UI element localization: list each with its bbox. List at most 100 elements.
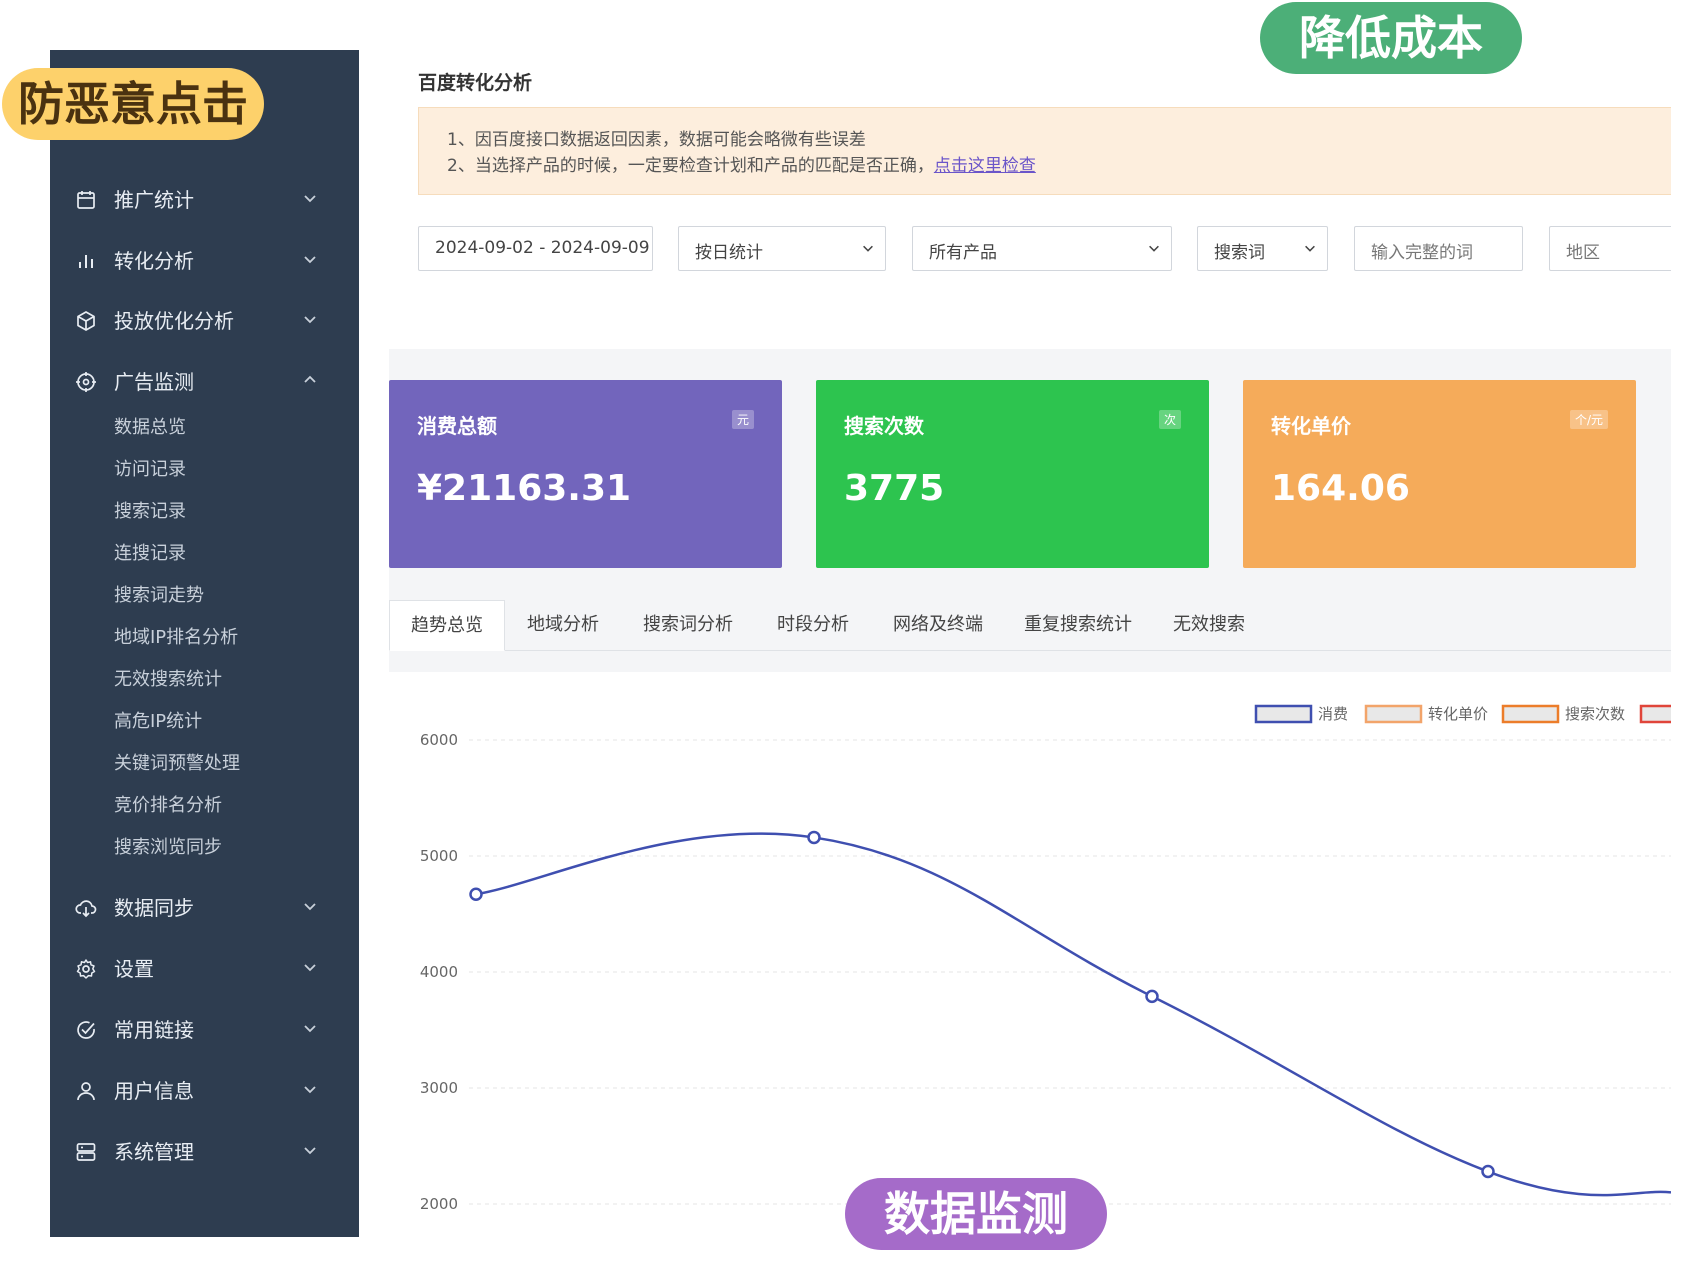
series-line: [475, 832, 1671, 1197]
sidebar-item-common-links[interactable]: 常用链接: [50, 1010, 359, 1050]
sidebar-item-label: 设置: [114, 957, 154, 981]
tab-keyword-analysis[interactable]: 搜索词分析: [621, 600, 755, 650]
y-tick-label: 3000: [420, 1079, 458, 1097]
product-value: 所有产品: [929, 243, 997, 263]
y-tick-label: 4000: [420, 963, 458, 981]
sidebar-item-label: 转化分析: [114, 249, 194, 273]
chevron-down-icon: [304, 903, 316, 911]
tab-network-terminal[interactable]: 网络及终端: [871, 600, 1005, 650]
tab-trend-overview[interactable]: 趋势总览: [389, 600, 505, 651]
badge-anti-click-fraud: 防恶意点击: [2, 68, 264, 140]
group-by-select[interactable]: 按日统计: [678, 226, 886, 271]
sidebar-item-label: 投放优化分析: [114, 309, 234, 333]
target-icon: [74, 370, 98, 394]
tab-invalid-search[interactable]: 无效搜索: [1151, 600, 1267, 650]
legend-label: 转化单价: [1428, 705, 1488, 723]
sidebar-subitem[interactable]: 数据总览: [114, 416, 186, 440]
server-icon: [74, 1140, 98, 1164]
y-tick-label: 5000: [420, 847, 458, 865]
calendar-icon: [74, 188, 98, 212]
legend-swatch: [1364, 704, 1423, 724]
data-point: [1145, 989, 1159, 1004]
sidebar-item-conversion-analysis[interactable]: 转化分析: [50, 241, 359, 281]
cube-icon: [74, 309, 98, 333]
chevron-down-icon: [1149, 245, 1159, 252]
chevron-down-icon: [304, 1025, 316, 1033]
legend-swatch: [1254, 704, 1313, 724]
stat-card-searches: 搜索次数 次 3775: [816, 380, 1209, 568]
sidebar: 推广统计转化分析投放优化分析广告监测数据同步设置常用链接用户信息系统管理 数据总览…: [50, 50, 359, 1237]
bar-chart-icon: [74, 249, 98, 273]
stat-title: 搜索次数: [844, 414, 924, 438]
sidebar-subitem[interactable]: 关键词预警处理: [114, 752, 240, 776]
legend-label: 消费: [1318, 705, 1348, 723]
legend-label: 搜索次数: [1565, 705, 1625, 723]
sidebar-item-label: 常用链接: [114, 1018, 194, 1042]
date-range-input[interactable]: 2024-09-02 - 2024-09-09: [418, 226, 653, 271]
stat-unit: 个/元: [1569, 410, 1608, 429]
chevron-down-icon: [304, 316, 316, 324]
field-value: 搜索词: [1214, 243, 1265, 263]
tab-repeat-search[interactable]: 重复搜索统计: [1005, 600, 1151, 650]
notice-box: 1、因百度接口数据返回因素，数据可能会略微有些误差 2、当选择产品的时候，一定要…: [418, 107, 1671, 195]
sidebar-subitem[interactable]: 地域IP排名分析: [114, 626, 238, 650]
cloud-download-icon: [74, 896, 98, 920]
data-point: [807, 830, 821, 845]
sidebar-item-delivery-optimization[interactable]: 投放优化分析: [50, 301, 359, 341]
sidebar-item-system-management[interactable]: 系统管理: [50, 1132, 359, 1172]
tab-bar: 趋势总览 地域分析 搜索词分析 时段分析 网络及终端 重复搜索统计 无效搜索: [389, 600, 1671, 651]
chevron-down-icon: [304, 1147, 316, 1155]
sidebar-item-label: 用户信息: [114, 1079, 194, 1103]
sidebar-item-data-sync[interactable]: 数据同步: [50, 888, 359, 928]
chevron-down-icon: [304, 195, 316, 203]
sidebar-subitem[interactable]: 访问记录: [114, 458, 186, 482]
gear-icon: [74, 957, 98, 981]
sidebar-subitem[interactable]: 无效搜索统计: [114, 668, 222, 692]
notice-line-2-text: 2、当选择产品的时候，一定要检查计划和产品的匹配是否正确，: [447, 156, 934, 176]
stat-title: 转化单价: [1271, 414, 1351, 438]
sidebar-item-label: 系统管理: [114, 1140, 194, 1164]
y-tick-label: 6000: [420, 731, 458, 749]
sidebar-item-ad-monitoring[interactable]: 广告监测: [50, 362, 359, 402]
product-select[interactable]: 所有产品: [912, 226, 1172, 271]
chevron-down-icon: [863, 245, 873, 252]
region-placeholder: 地区: [1566, 243, 1600, 263]
notice-line-2: 2、当选择产品的时候，一定要检查计划和产品的匹配是否正确，点击这里检查: [447, 151, 1036, 176]
notice-line-1: 1、因百度接口数据返回因素，数据可能会略微有些误差: [447, 130, 866, 150]
data-point: [469, 887, 483, 902]
sidebar-subitem[interactable]: 搜索词走势: [114, 584, 204, 608]
stat-value: 3775: [844, 468, 945, 509]
trend-chart: 6000 5000 4000 3000 2000 消费 转化单价 搜索次数: [420, 704, 1671, 1213]
field-select[interactable]: 搜索词: [1197, 226, 1328, 271]
data-point: [1481, 1164, 1495, 1179]
sidebar-item-promotion-stats[interactable]: 推广统计: [50, 180, 359, 220]
stat-title: 消费总额: [417, 414, 497, 438]
keyword-input[interactable]: 输入完整的词: [1354, 226, 1523, 271]
tab-time-analysis[interactable]: 时段分析: [755, 600, 871, 650]
tab-region-analysis[interactable]: 地域分析: [505, 600, 621, 650]
stat-unit: 次: [1158, 410, 1181, 429]
user-icon: [74, 1079, 98, 1103]
sidebar-subitem[interactable]: 连搜记录: [114, 542, 186, 566]
stat-card-spend: 消费总额 元 ¥21163.31: [389, 380, 782, 568]
region-input[interactable]: 地区: [1549, 226, 1671, 271]
sidebar-subitem[interactable]: 搜索记录: [114, 500, 186, 524]
chart-panel: 6000 5000 4000 3000 2000 消费 转化单价 搜索次数: [389, 672, 1671, 1237]
stat-card-unit-price: 转化单价 个/元 164.06: [1243, 380, 1636, 568]
sidebar-item-user-info[interactable]: 用户信息: [50, 1071, 359, 1111]
legend-swatch: [1639, 704, 1671, 724]
legend-swatch: [1501, 704, 1560, 724]
sidebar-subitem[interactable]: 竞价排名分析: [114, 794, 222, 818]
sidebar-item-label: 数据同步: [114, 896, 194, 920]
check-link[interactable]: 点击这里检查: [934, 156, 1036, 176]
sidebar-subitem[interactable]: 高危IP统计: [114, 710, 202, 734]
y-tick-label: 2000: [420, 1195, 458, 1213]
badge-data-monitoring: 数据监测: [845, 1178, 1107, 1250]
check-circle-icon: [74, 1018, 98, 1042]
sidebar-item-settings[interactable]: 设置: [50, 949, 359, 989]
stat-unit: 元: [731, 410, 754, 429]
chevron-up-icon: [304, 375, 316, 383]
sidebar-subitem[interactable]: 搜索浏览同步: [114, 836, 222, 860]
main-content: 百度转化分析 1、因百度接口数据返回因素，数据可能会略微有些误差 2、当选择产品…: [389, 50, 1671, 1237]
date-range-value: 2024-09-02 - 2024-09-09: [435, 238, 650, 258]
